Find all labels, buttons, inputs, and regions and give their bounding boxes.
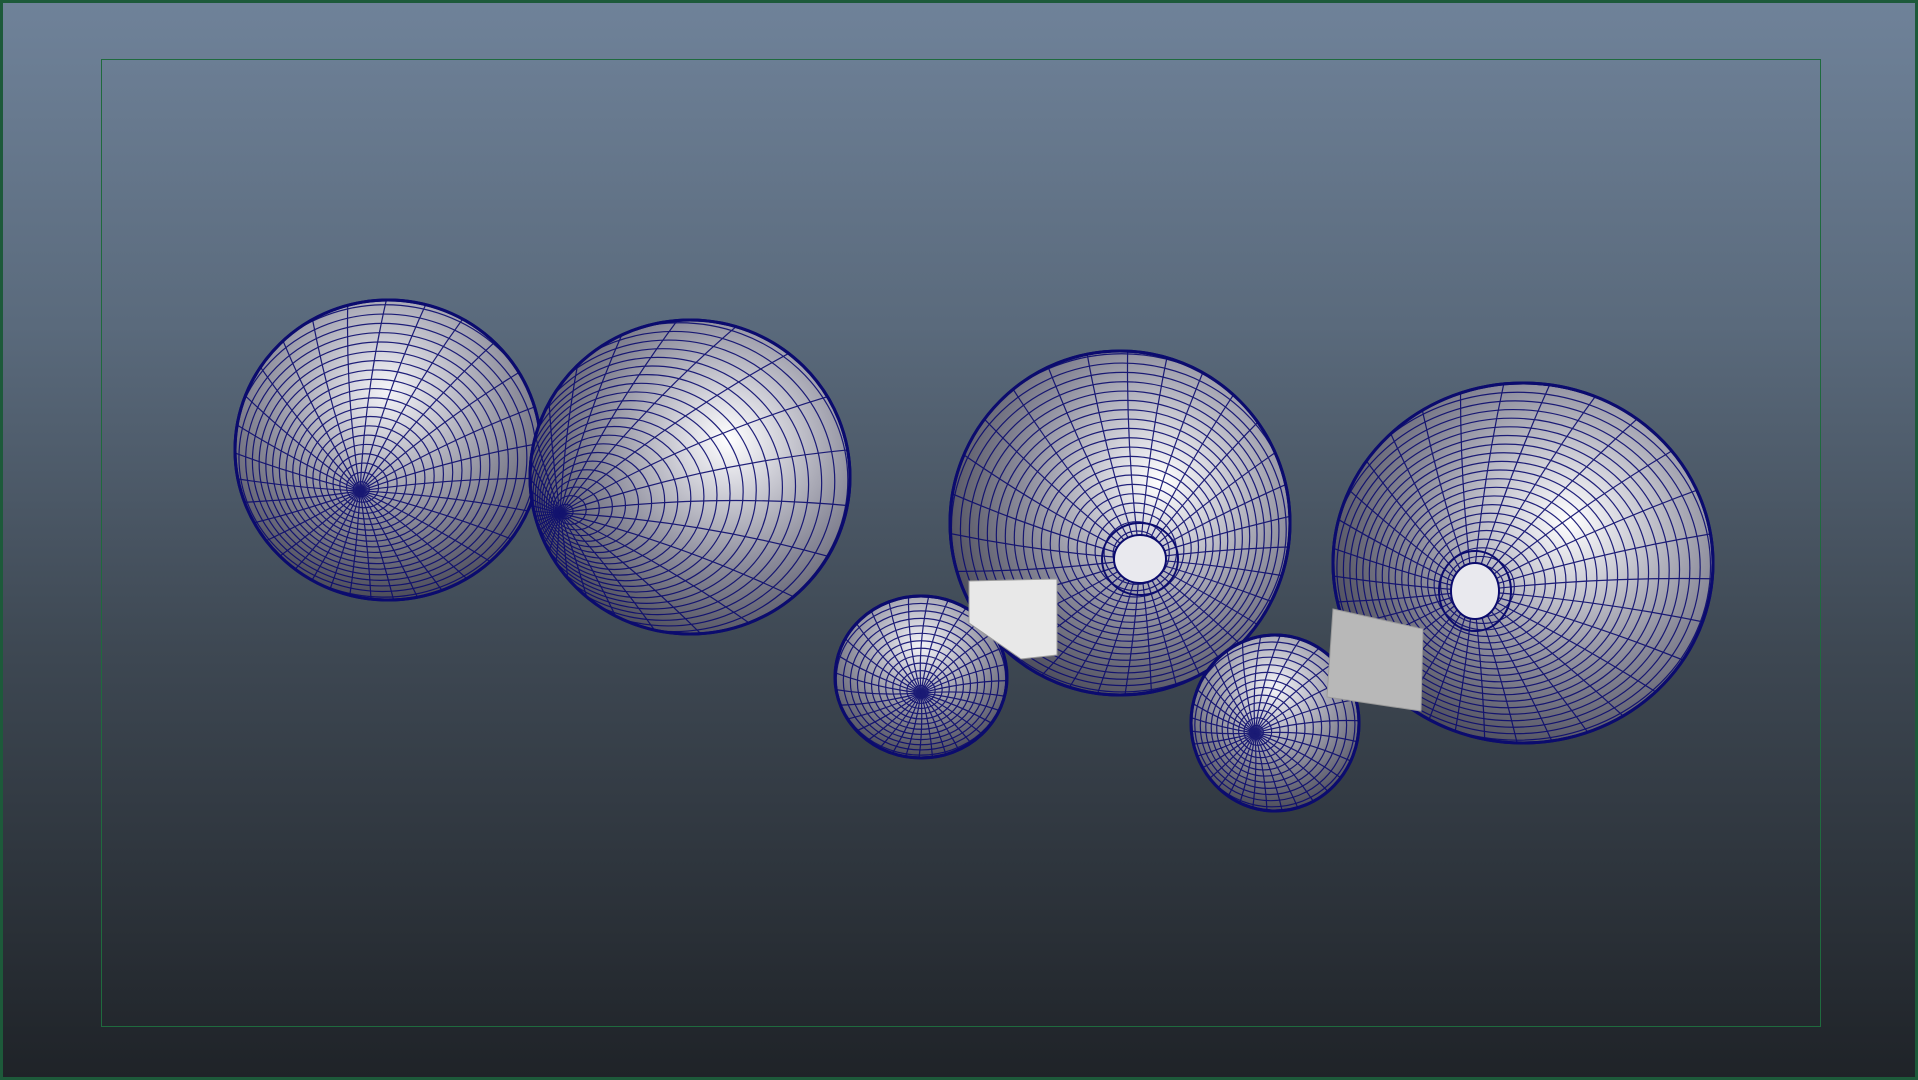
3d-viewport[interactable] [0, 0, 1918, 1080]
scene-canvas[interactable] [3, 3, 1918, 1080]
